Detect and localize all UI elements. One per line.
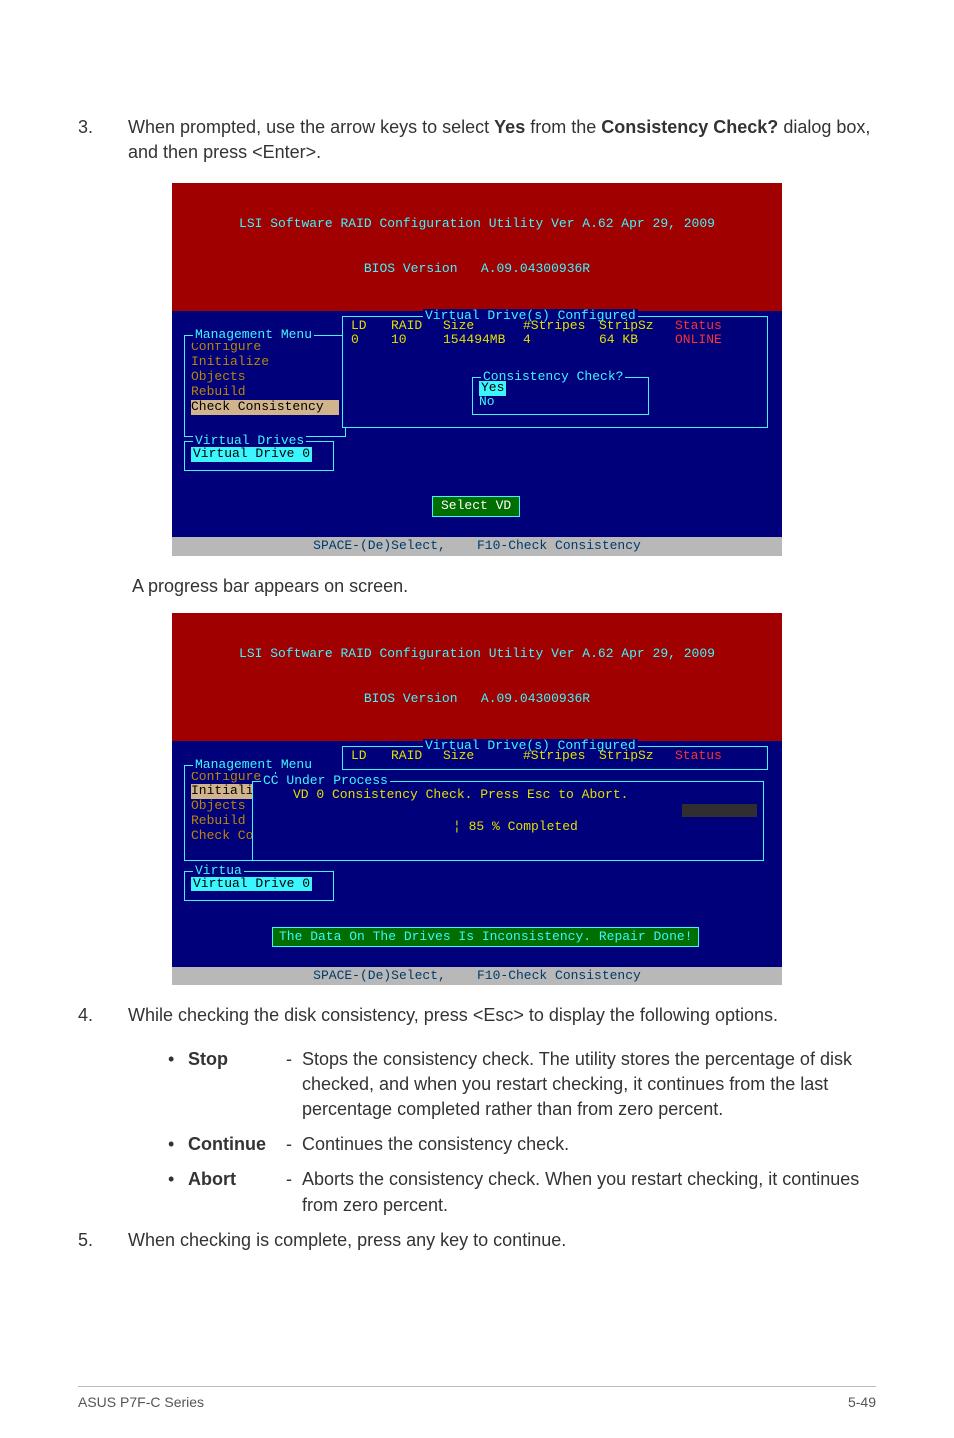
bullet-continue: • Continue - Continues the consistency c… — [168, 1132, 876, 1157]
footer-right: 5-49 — [848, 1393, 876, 1413]
r-str: 4 — [523, 333, 593, 348]
t1-mgmt-objects[interactable]: Objects — [191, 370, 339, 385]
h2-raid: RAID — [391, 749, 437, 764]
h2-st: Status — [675, 749, 722, 764]
dash-icon: - — [286, 1132, 302, 1157]
t2-title-l2: BIOS Version A.09.04300936R — [172, 692, 782, 707]
h-str: #Stripes — [523, 319, 593, 334]
t1-cons-no[interactable]: No — [479, 395, 495, 410]
t2-title-l1: LSI Software RAID Configuration Utility … — [172, 647, 782, 662]
h2-ssz: StripSz — [599, 749, 669, 764]
abort-text: Aborts the consistency check. When you r… — [302, 1167, 876, 1217]
step-3: 3. When prompted, use the arrow keys to … — [78, 115, 876, 165]
s3-yes: Yes — [494, 117, 525, 137]
progress-note: A progress bar appears on screen. — [132, 574, 876, 599]
step-5: 5. When checking is complete, press any … — [78, 1228, 876, 1253]
t1-mgmt-rebuild[interactable]: Rebuild — [191, 385, 339, 400]
t2-progress-bar — [259, 804, 757, 817]
cont-label: Continue — [188, 1132, 286, 1157]
t1-mgmt-check[interactable]: Check Consistency — [191, 400, 339, 415]
r-size: 154494MB — [443, 333, 517, 348]
r-ssz: 64 KB — [599, 333, 669, 348]
step3-text: When prompted, use the arrow keys to sel… — [128, 115, 876, 165]
t2-mgmt-label: Management Menu — [193, 758, 314, 773]
r-raid: 10 — [391, 333, 437, 348]
t2-cc-msg: VD 0 Consistency Check. Press Esc to Abo… — [293, 788, 628, 803]
t1-title-l2: BIOS Version A.09.04300936R — [172, 262, 782, 277]
r-ld: 0 — [351, 333, 385, 348]
t1-mgmt-label: Management Menu — [193, 328, 314, 343]
terminal-1: LSI Software RAID Configuration Utility … — [172, 183, 782, 555]
t2-cc-pct: ¦ 85 % Completed — [453, 820, 578, 835]
t1-title: LSI Software RAID Configuration Utility … — [172, 183, 782, 311]
bullet-abort: • Abort - Aborts the consistency check. … — [168, 1167, 876, 1217]
dot-icon: • — [168, 1132, 188, 1157]
dot-icon: • — [168, 1047, 188, 1123]
t2-big-box: Virtual Drive(s) Configured LD RAID Size… — [342, 746, 768, 770]
t2-cc-box: CC Under Process VD 0 Consistency Check.… — [252, 781, 764, 861]
step4-text: While checking the disk consistency, pre… — [128, 1003, 876, 1028]
step4-bullets: • Stop - Stops the consistency check. Th… — [168, 1047, 876, 1218]
stop-label: Stop — [188, 1047, 286, 1123]
dot-icon: • — [168, 1167, 188, 1217]
bullet-stop: • Stop - Stops the consistency check. Th… — [168, 1047, 876, 1123]
t1-row: 0 10 154494MB 4 64 KB ONLINE — [351, 333, 759, 348]
t1-cons-box: Consistency Check? Yes No — [472, 377, 649, 415]
t2-headers: LD RAID Size #Stripes StripSz Status — [351, 749, 759, 764]
stop-text: Stops the consistency check. The utility… — [302, 1047, 876, 1123]
footer-left: ASUS P7F-C Series — [78, 1393, 204, 1413]
terminal-2: LSI Software RAID Configuration Utility … — [172, 613, 782, 985]
h2-size: Size — [443, 749, 517, 764]
s3-cc: Consistency Check? — [601, 117, 778, 137]
r-st: ONLINE — [675, 333, 722, 348]
t2-title: LSI Software RAID Configuration Utility … — [172, 613, 782, 741]
step4-num: 4. — [78, 1003, 128, 1028]
t1-mgmt-box: Management Menu Configure Initialize Obj… — [184, 335, 346, 437]
h2-str: #Stripes — [523, 749, 593, 764]
step-4: 4. While checking the disk consistency, … — [78, 1003, 876, 1028]
page-footer: ASUS P7F-C Series 5-49 — [78, 1386, 876, 1413]
abort-label: Abort — [188, 1167, 286, 1217]
t1-vd-box: Virtual Drives Virtual Drive 0 — [184, 441, 334, 471]
t2-footer: SPACE-(De)Select, F10-Check Consistency — [172, 967, 782, 986]
step3-num: 3. — [78, 115, 128, 165]
t2-done-msg: The Data On The Drives Is Inconsistency.… — [272, 927, 699, 948]
t1-mgmt-initialize[interactable]: Initialize — [191, 355, 339, 370]
s3-mid: from the — [525, 117, 601, 137]
step5-text: When checking is complete, press any key… — [128, 1228, 876, 1253]
t2-vd-box: Virtua Virtual Drive 0 — [184, 871, 334, 901]
t1-footer: SPACE-(De)Select, F10-Check Consistency — [172, 537, 782, 556]
dash-icon: - — [286, 1167, 302, 1217]
t1-select-vd: Select VD — [432, 496, 520, 517]
dash-icon: - — [286, 1047, 302, 1123]
t2-vd-item[interactable]: Virtual Drive 0 — [191, 877, 312, 892]
t2-progress-fill — [259, 804, 682, 817]
h2-ld: LD — [351, 749, 385, 764]
step5-num: 5. — [78, 1228, 128, 1253]
cont-text: Continues the consistency check. — [302, 1132, 876, 1157]
t1-title-l1: LSI Software RAID Configuration Utility … — [172, 217, 782, 232]
s3-pre: When prompted, use the arrow keys to sel… — [128, 117, 494, 137]
t1-vd-item[interactable]: Virtual Drive 0 — [191, 447, 312, 462]
